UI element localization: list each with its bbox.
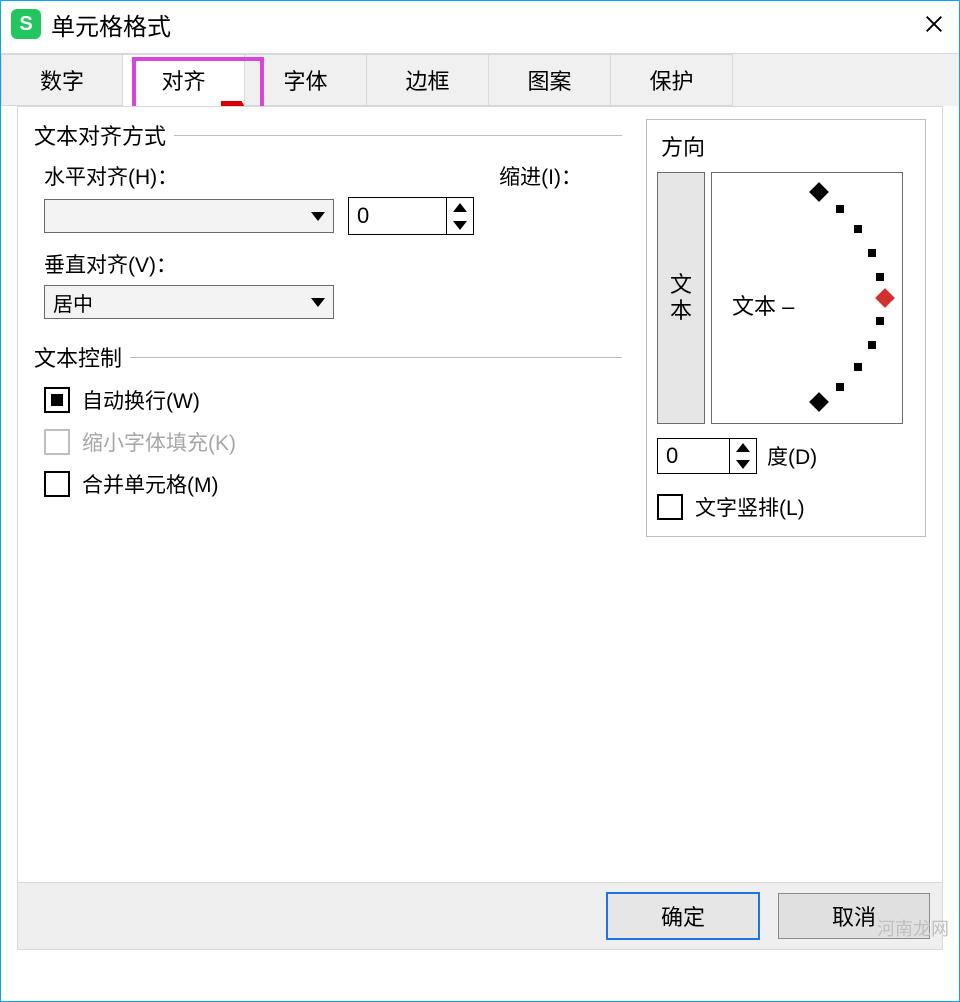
tab-alignment[interactable]: 对齐	[123, 54, 245, 106]
tab-bar: 数字 对齐 字体 边框 图案 保护	[1, 53, 959, 106]
wrap-checkbox[interactable]	[44, 387, 70, 413]
indent-value: 0	[357, 203, 369, 229]
v-align-combo[interactable]: 居中	[44, 285, 334, 319]
dot-icon	[868, 341, 876, 349]
close-icon[interactable]	[919, 9, 949, 39]
tab-font[interactable]: 字体	[245, 54, 367, 106]
diamond-icon	[809, 392, 829, 412]
text-control-group-title: 文本控制	[34, 341, 622, 373]
h-align-label: 水平对齐(H)：	[44, 161, 178, 191]
merge-checkbox-row[interactable]: 合并单元格(M)	[44, 469, 622, 499]
tab-pattern[interactable]: 图案	[489, 54, 611, 106]
merge-checkbox[interactable]	[44, 471, 70, 497]
shrink-checkbox-row: 缩小字体填充(K)	[44, 427, 622, 457]
right-column: 方向 文 本 文本 –	[646, 119, 926, 537]
title-bar: S 单元格格式	[1, 1, 959, 47]
v-align-value: 居中	[53, 288, 93, 317]
chevron-down-icon	[311, 298, 325, 307]
app-icon: S	[11, 9, 41, 39]
indent-down-button[interactable]	[447, 216, 473, 234]
divider	[130, 357, 622, 358]
dial-label: 文本 –	[732, 289, 794, 321]
chevron-down-icon	[311, 212, 325, 221]
degrees-up-button[interactable]	[730, 439, 756, 456]
dot-icon	[854, 225, 862, 233]
window-title: 单元格格式	[51, 7, 171, 42]
dialog-footer: 确定 取消	[18, 882, 942, 949]
indent-up-button[interactable]	[447, 198, 473, 216]
tab-number[interactable]: 数字	[1, 54, 123, 106]
alignment-group-title: 文本对齐方式	[34, 119, 622, 151]
tab-protection[interactable]: 保护	[611, 54, 733, 106]
diamond-red-icon	[875, 288, 895, 308]
vtext-char2: 本	[670, 298, 692, 324]
h-align-combo[interactable]	[44, 199, 334, 233]
diamond-icon	[809, 182, 829, 202]
dot-icon	[836, 205, 844, 213]
degrees-down-button[interactable]	[730, 456, 756, 473]
left-column: 文本对齐方式 水平对齐(H)： 缩进(I)： 0	[34, 119, 622, 537]
text-control-group-label: 文本控制	[34, 341, 122, 373]
degrees-label: 度(D)	[767, 441, 817, 471]
tab-border[interactable]: 边框	[367, 54, 489, 106]
divider	[174, 135, 622, 136]
dialog-window: S 单元格格式 数字 对齐 字体 边框 图案 保护 文本对齐方式 水平对齐(H)…	[0, 0, 960, 1002]
dot-icon	[868, 249, 876, 257]
shrink-label: 缩小字体填充(K)	[82, 427, 236, 457]
vertical-layout-row[interactable]: 文字竖排(L)	[657, 492, 915, 522]
vertical-layout-checkbox[interactable]	[657, 494, 683, 520]
dot-icon	[876, 317, 884, 325]
merge-label: 合并单元格(M)	[82, 469, 218, 499]
triangle-down-icon	[453, 221, 467, 230]
dot-icon	[836, 383, 844, 391]
vtext-char1: 文	[670, 272, 692, 298]
triangle-up-icon	[453, 203, 467, 212]
cancel-button[interactable]: 取消	[778, 893, 930, 939]
degrees-spinner[interactable]: 0	[657, 438, 757, 474]
orientation-group: 方向 文 本 文本 –	[646, 119, 926, 537]
vertical-layout-label: 文字竖排(L)	[695, 492, 805, 522]
triangle-up-icon	[736, 443, 750, 452]
ok-button[interactable]: 确定	[606, 892, 760, 940]
vertical-text-button[interactable]: 文 本	[657, 172, 705, 424]
tab-panel: 文本对齐方式 水平对齐(H)： 缩进(I)： 0	[17, 106, 943, 950]
orientation-dial[interactable]: 文本 –	[711, 172, 903, 424]
shrink-checkbox	[44, 429, 70, 455]
dot-icon	[854, 363, 862, 371]
indent-spinner[interactable]: 0	[348, 197, 474, 235]
dot-icon	[876, 273, 884, 281]
orientation-title: 方向	[661, 130, 915, 162]
degrees-value: 0	[666, 443, 678, 469]
wrap-label: 自动换行(W)	[82, 385, 200, 415]
triangle-down-icon	[736, 460, 750, 469]
indent-label: 缩进(I)：	[499, 161, 582, 191]
alignment-group-label: 文本对齐方式	[34, 119, 166, 151]
v-align-label: 垂直对齐(V)：	[44, 249, 177, 279]
wrap-checkbox-row[interactable]: 自动换行(W)	[44, 385, 622, 415]
